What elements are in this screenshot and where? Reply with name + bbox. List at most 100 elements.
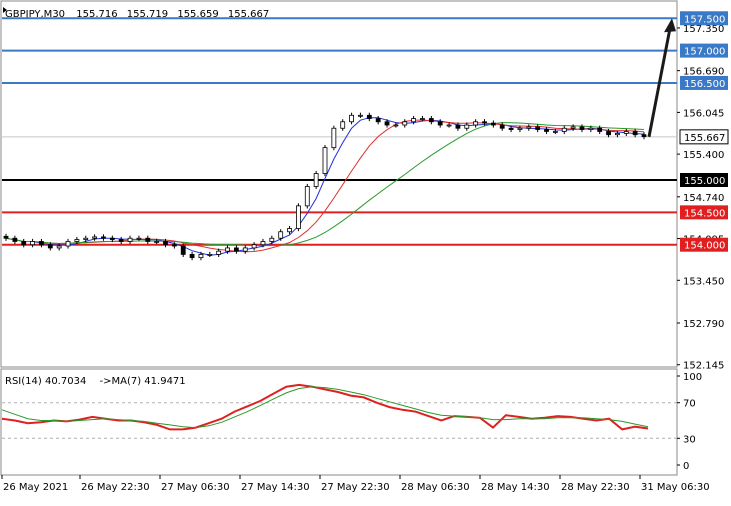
candle-body: [322, 147, 328, 174]
candle-body: [225, 247, 230, 252]
level-price-tag-label: 155.000: [684, 176, 725, 187]
candle-body: [171, 244, 177, 247]
candle-body: [499, 124, 505, 129]
candle-body: [304, 186, 310, 207]
candle-body: [623, 131, 629, 134]
candle-body: [579, 126, 585, 130]
candle-body: [313, 173, 319, 187]
level-price-tag-label: 156.500: [684, 79, 725, 90]
level-price-tag-label: 157.500: [684, 14, 725, 25]
candle-body: [180, 245, 186, 255]
candle-body: [508, 127, 514, 130]
candle-body: [136, 237, 142, 240]
candle-body: [446, 124, 452, 127]
candle-body: [393, 124, 399, 127]
candle-body: [118, 239, 124, 242]
candle-body: [437, 121, 443, 126]
candle-body: [260, 241, 266, 246]
x-tick-label: 27 May 06:30: [161, 482, 230, 493]
x-tick-label: 27 May 14:30: [241, 482, 310, 493]
candle-body: [233, 247, 239, 252]
candle-body: [269, 237, 275, 242]
candle-body: [455, 124, 461, 129]
candle-body: [517, 127, 523, 130]
candle-body: [65, 241, 71, 247]
candle-body: [632, 131, 638, 136]
rsi-header-label: RSI(14) 40.7034: [5, 376, 86, 387]
candle-body: [597, 127, 603, 132]
candle-body: [384, 121, 390, 126]
rsi-y-tick-label: 100: [683, 372, 702, 383]
candle-body: [39, 241, 44, 246]
candle-body: [570, 126, 576, 129]
candle-body: [251, 244, 257, 249]
candle-body: [3, 235, 9, 239]
candle-body: [588, 127, 594, 130]
candle-body: [544, 129, 549, 132]
candle-body: [296, 205, 301, 229]
candle-body: [109, 237, 115, 240]
rsi-y-tick-label: 70: [683, 399, 696, 410]
x-tick-label: 28 May 14:30: [481, 482, 550, 493]
candle-body: [535, 126, 541, 130]
y-tick-label: 157.350: [683, 24, 724, 35]
candle: [313, 170, 319, 190]
y-tick-label: 155.400: [683, 150, 724, 161]
rsi-y-tick-label: 30: [683, 434, 696, 445]
current-price-tag-label: 155.667: [684, 133, 725, 144]
level-price-tag-label: 157.000: [684, 47, 725, 58]
candle-body: [12, 237, 18, 242]
y-tick-label: 152.790: [683, 319, 724, 330]
level-price-tag-label: 154.000: [684, 241, 725, 252]
candle-body: [56, 245, 62, 249]
candle-body: [482, 121, 487, 124]
candle-body: [420, 118, 425, 120]
candle-body: [428, 118, 434, 123]
x-tick-label: 28 May 22:30: [561, 482, 630, 493]
candle-body: [216, 250, 222, 255]
candle-body: [606, 131, 611, 136]
candle-body: [349, 114, 354, 123]
candle: [322, 145, 328, 177]
candle: [331, 125, 337, 151]
candle-body: [198, 254, 204, 259]
candle-body: [145, 237, 151, 242]
candle-body: [47, 244, 53, 249]
price-panel-frame: [0, 0, 678, 368]
candle-body: [366, 114, 372, 119]
candle-body: [526, 126, 532, 129]
x-tick-label: 28 May 06:30: [401, 482, 470, 493]
candle-body: [127, 237, 133, 242]
candle-body: [490, 122, 496, 126]
candle-body: [375, 118, 381, 123]
level-price-tag-label: 154.500: [684, 208, 725, 219]
candle-body: [358, 114, 363, 117]
chart-canvas: GBPJPY,M30 155.716 155.719 155.659 155.6…: [0, 0, 729, 493]
candle-body: [278, 231, 284, 239]
y-tick-label: 154.740: [683, 193, 724, 204]
candle-body: [340, 121, 346, 129]
candle-body: [207, 254, 213, 256]
x-tick-label: 26 May 22:30: [81, 482, 150, 493]
x-tick-label: 27 May 22:30: [321, 482, 390, 493]
candle-body: [411, 118, 417, 123]
candle-body: [163, 241, 168, 246]
candle-body: [30, 241, 35, 246]
candle-body: [287, 228, 292, 233]
candle-body: [21, 241, 27, 246]
candle-body: [615, 133, 620, 136]
candle: [296, 203, 301, 232]
candle-body: [331, 127, 337, 149]
candle-body: [154, 241, 160, 243]
candle-body: [464, 124, 470, 129]
candle-body: [402, 121, 408, 126]
rsi-y-tick-label: 0: [683, 461, 689, 472]
rsi-ma-label: ->MA(7) 41.9471: [100, 376, 186, 387]
x-tick-label: 31 May 06:30: [641, 482, 710, 493]
candle-body: [92, 236, 98, 239]
candle-body: [473, 121, 479, 126]
candle-body: [641, 134, 647, 138]
x-tick-label: 26 May 2021: [3, 482, 68, 493]
y-tick-label: 153.450: [683, 276, 724, 287]
candle-body: [242, 247, 248, 252]
